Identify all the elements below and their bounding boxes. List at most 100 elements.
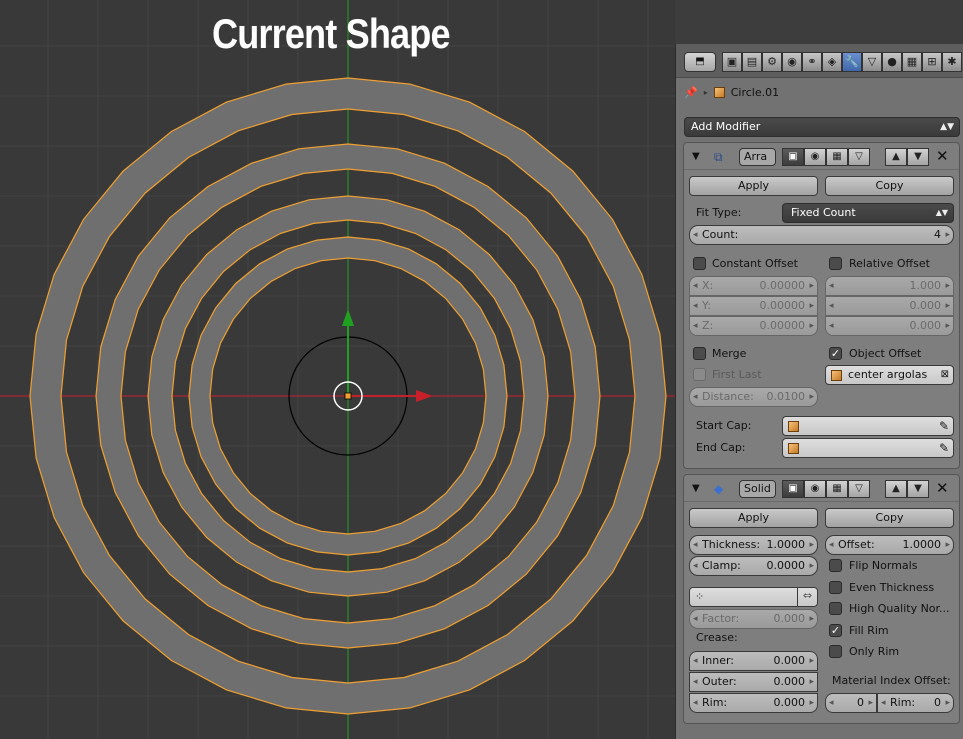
first-last-checkbox[interactable] bbox=[693, 368, 706, 381]
chevron-right-icon: ▸ bbox=[703, 87, 708, 97]
move-down-icon[interactable]: ▼ bbox=[907, 148, 929, 166]
viewport-canvas[interactable] bbox=[0, 0, 675, 739]
inner-label: Inner: bbox=[702, 654, 734, 667]
offset-value: 1.0000 bbox=[902, 538, 942, 551]
cage-icon[interactable]: ▽ bbox=[848, 148, 870, 166]
constant-z-field[interactable]: Z: 0.00000 bbox=[689, 316, 818, 336]
thickness-label: Thickness: bbox=[702, 538, 761, 551]
clear-field-icon[interactable]: ⊠ bbox=[941, 366, 949, 384]
editmode-icon[interactable]: ▦ bbox=[826, 480, 848, 498]
tab-object-icon[interactable]: ⚭ bbox=[802, 52, 822, 72]
modifier-name-field[interactable]: Solid bbox=[739, 480, 776, 498]
thickness-field[interactable]: Thickness: 1.0000 bbox=[689, 535, 818, 555]
constant-x-field[interactable]: X: 0.00000 bbox=[689, 276, 818, 296]
tab-physics-icon[interactable]: ✱ bbox=[942, 52, 962, 72]
only-rim-label: Only Rim bbox=[849, 645, 900, 658]
merge-label: Merge bbox=[712, 347, 747, 360]
remove-modifier-icon[interactable]: ✕ bbox=[936, 479, 949, 497]
clamp-field[interactable]: Clamp: 0.0000 bbox=[689, 556, 818, 576]
modifier-name-field[interactable]: Arra bbox=[739, 148, 776, 166]
high-quality-normals-checkbox[interactable] bbox=[829, 602, 842, 615]
vertex-group-field[interactable]: ⁘ ⇔ bbox=[689, 587, 818, 607]
tab-render-layers-icon[interactable]: ▤ bbox=[742, 52, 762, 72]
crease-outer-field[interactable]: Outer: 0.000 bbox=[689, 672, 818, 692]
move-down-icon[interactable]: ▼ bbox=[907, 480, 929, 498]
viewport-eye-icon[interactable]: ◉ bbox=[804, 148, 826, 166]
material-rim-value: 0 bbox=[934, 696, 941, 709]
tab-material-icon[interactable]: ● bbox=[882, 52, 902, 72]
constant-y-field[interactable]: Y: 0.00000 bbox=[689, 296, 818, 316]
tab-modifiers-icon[interactable]: 🔧 bbox=[842, 52, 862, 72]
crease-rim-field[interactable]: Rim: 0.000 bbox=[689, 693, 818, 713]
editmode-icon[interactable]: ▦ bbox=[826, 148, 848, 166]
copy-button[interactable]: Copy bbox=[825, 508, 954, 528]
start-cap-field[interactable]: ✎ bbox=[782, 416, 954, 436]
material-rim-offset-field[interactable]: Rim: 0 bbox=[877, 693, 954, 713]
relative-x-field[interactable]: 1.000 bbox=[825, 276, 954, 296]
material-index-offset-label: Material Index Offset: bbox=[832, 674, 951, 687]
z-value: 0.00000 bbox=[759, 319, 806, 332]
clamp-label: Clamp: bbox=[702, 559, 741, 572]
even-thickness-label: Even Thickness bbox=[849, 581, 935, 594]
high-quality-normals-label: High Quality Nor... bbox=[849, 602, 950, 615]
copy-button[interactable]: Copy bbox=[825, 176, 954, 196]
end-cap-field[interactable]: ✎ bbox=[782, 438, 954, 458]
cage-icon[interactable]: ▽ bbox=[848, 480, 870, 498]
flip-normals-checkbox[interactable] bbox=[829, 559, 842, 572]
factor-field[interactable]: Factor: 0.000 bbox=[689, 609, 818, 629]
constant-offset-checkbox[interactable] bbox=[693, 257, 706, 270]
fill-rim-checkbox[interactable]: ✓ bbox=[829, 624, 842, 637]
crease-inner-field[interactable]: Inner: 0.000 bbox=[689, 651, 818, 671]
z-label: Z: bbox=[702, 319, 714, 332]
offset-object-field[interactable]: center argolas ⊠ bbox=[825, 365, 954, 385]
tab-particles-icon[interactable]: ⊞ bbox=[922, 52, 942, 72]
merge-checkbox[interactable] bbox=[693, 347, 706, 360]
tab-scene-icon[interactable]: ⚙ bbox=[762, 52, 782, 72]
only-rim-checkbox[interactable] bbox=[829, 645, 842, 658]
relative-offset-label: Relative Offset bbox=[849, 257, 930, 270]
pin-icon[interactable]: 📌 bbox=[684, 86, 698, 99]
offset-object-name: center argolas bbox=[848, 368, 928, 381]
object-offset-checkbox[interactable]: ✓ bbox=[829, 347, 842, 360]
offset-field[interactable]: Offset: 1.0000 bbox=[825, 535, 954, 555]
breadcrumb: 📌 ▸ Circle.01 bbox=[684, 82, 779, 102]
tab-render-icon[interactable]: ▣ bbox=[722, 52, 742, 72]
apply-button[interactable]: Apply bbox=[689, 508, 818, 528]
even-thickness-checkbox[interactable] bbox=[829, 581, 842, 594]
count-field[interactable]: Count: 4 bbox=[689, 225, 954, 245]
3d-viewport[interactable]: Current Shape bbox=[0, 0, 675, 739]
material-offset-field[interactable]: 0 bbox=[825, 693, 877, 713]
object-offset-label: Object Offset bbox=[849, 347, 922, 360]
relative-z-field[interactable]: 0.000 bbox=[825, 316, 954, 336]
fit-type-select[interactable]: Fixed Count ▲▼ bbox=[782, 203, 954, 223]
relative-offset-checkbox[interactable] bbox=[829, 257, 842, 270]
viewport-eye-icon[interactable]: ◉ bbox=[804, 480, 826, 498]
distance-label: Distance: bbox=[702, 390, 754, 403]
render-toggle-icon[interactable]: ▣ bbox=[782, 148, 804, 166]
outer-label: Outer: bbox=[702, 675, 737, 688]
object-name: Circle.01 bbox=[730, 85, 780, 99]
add-modifier-dropdown[interactable]: Add Modifier ▲▼ bbox=[684, 117, 960, 137]
distance-field[interactable]: Distance: 0.0100 bbox=[689, 387, 818, 407]
relative-y-field[interactable]: 0.000 bbox=[825, 296, 954, 316]
eyedropper-icon[interactable]: ✎ bbox=[939, 439, 949, 457]
move-up-icon[interactable]: ▲ bbox=[885, 148, 907, 166]
eyedropper-icon[interactable]: ✎ bbox=[939, 417, 949, 435]
apply-button[interactable]: Apply bbox=[689, 176, 818, 196]
editor-type-button[interactable]: ⬒ bbox=[684, 52, 716, 72]
material-rim-label: Rim: bbox=[890, 696, 916, 709]
collapse-triangle-icon[interactable]: ▼ bbox=[692, 483, 700, 494]
move-up-icon[interactable]: ▲ bbox=[885, 480, 907, 498]
tab-data-icon[interactable]: ▽ bbox=[862, 52, 882, 72]
dropdown-arrows-icon: ▲▼ bbox=[940, 122, 954, 132]
tab-texture-icon[interactable]: ▦ bbox=[902, 52, 922, 72]
x-label: X: bbox=[702, 279, 714, 292]
tab-world-icon[interactable]: ◉ bbox=[782, 52, 802, 72]
render-toggle-icon[interactable]: ▣ bbox=[782, 480, 804, 498]
crease-label: Crease: bbox=[696, 631, 738, 644]
remove-modifier-icon[interactable]: ✕ bbox=[936, 147, 949, 165]
collapse-triangle-icon[interactable]: ▼ bbox=[692, 151, 700, 162]
factor-label: Factor: bbox=[702, 612, 740, 625]
tab-constraints-icon[interactable]: ◈ bbox=[822, 52, 842, 72]
invert-icon[interactable]: ⇔ bbox=[797, 587, 817, 607]
